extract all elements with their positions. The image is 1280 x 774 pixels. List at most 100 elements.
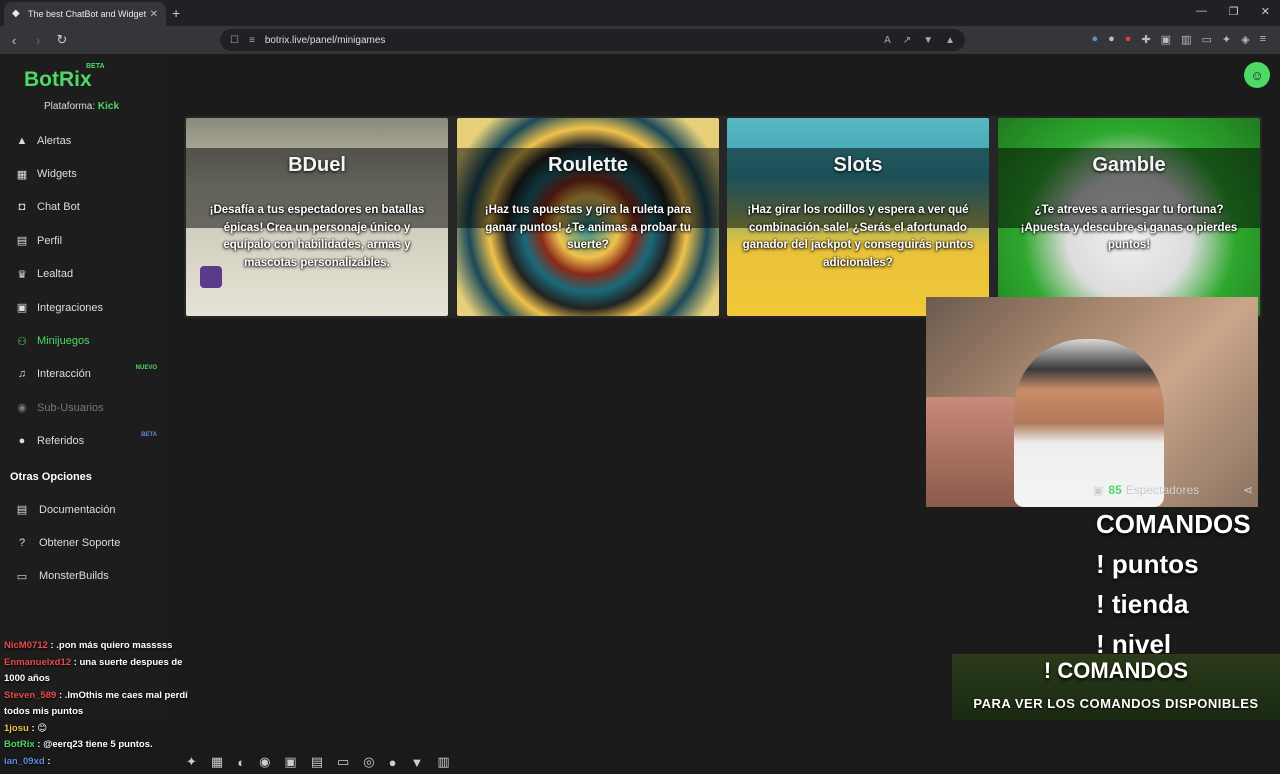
book-icon: ▤ <box>16 504 28 517</box>
calculator-icon[interactable]: ▥ <box>437 754 449 770</box>
sidebar-item-interaccion[interactable]: ♫ Interacción NUEVO <box>0 358 167 391</box>
sidebar-item-minijuegos[interactable]: ⚇ Minijuegos <box>0 324 167 357</box>
game-card-bduel[interactable]: BDuel ¡Desafía a tus espectadores en bat… <box>186 118 448 316</box>
folder-icon[interactable]: ▭ <box>337 754 349 770</box>
chat-text: : 😊 <box>31 722 48 734</box>
sidebar-item-label: Referidos <box>37 435 85 448</box>
bookmark-icon[interactable]: ☐ <box>230 35 239 46</box>
extension-icon[interactable]: ● <box>1108 33 1115 46</box>
chat-message: NicM0712 : .pon más quiero masssss <box>0 638 190 655</box>
copilot-icon[interactable]: ◐ <box>237 755 245 770</box>
game-card-slots[interactable]: Slots ¡Haz girar los rodillos y espera a… <box>727 118 989 316</box>
sidebar-item-label: Sub-Usuarios <box>37 401 104 414</box>
task-view-icon[interactable]: ▦ <box>211 754 223 770</box>
sidebar-item-label: Documentación <box>39 503 116 516</box>
sidebar-item-lealtad[interactable]: ♛ Lealtad <box>0 258 167 291</box>
sidebar-item-documentacion[interactable]: ▤ Documentación <box>0 493 167 526</box>
restore-button[interactable]: ❐ <box>1229 5 1239 18</box>
minimize-button[interactable]: — <box>1196 5 1207 18</box>
sidebar-item-label: Perfil <box>37 234 63 247</box>
other-options-menu: ▤ Documentación ? Obtener Soporte ▭ Mons… <box>0 493 167 593</box>
plug-icon: ▣ <box>16 302 28 315</box>
sidebar-item-soporte[interactable]: ? Obtener Soporte <box>0 526 167 559</box>
sidebar-item-integraciones[interactable]: ▣ Integraciones <box>0 291 167 324</box>
sidebar-toggle-icon[interactable]: ▥ <box>1181 33 1191 46</box>
taskbar-icons: ✦ ▦ ◐ ◉ ▣ ▤ ▭ ◎ ● ▼ ▥ <box>170 750 550 774</box>
store-icon[interactable]: ▣ <box>284 754 296 770</box>
vpn-icon[interactable]: ◈ <box>1241 33 1249 46</box>
sidebar-item-label: Obtener Soporte <box>39 537 121 550</box>
translate-icon[interactable]: A <box>884 35 891 46</box>
extension-icon[interactable]: ● <box>1125 33 1132 46</box>
leo-icon[interactable]: ✦ <box>1222 33 1231 46</box>
card-title: Gamble <box>1092 154 1166 176</box>
sidebar-item-referidos[interactable]: ● Referidos BETA <box>0 425 167 458</box>
game-card-roulette[interactable]: Roulette ¡Haz tus apuestas y gira la rul… <box>457 118 719 316</box>
minigames-grid: BDuel ¡Desafía a tus espectadores en bat… <box>184 116 1262 318</box>
user-avatar[interactable]: ☺ <box>1244 62 1270 88</box>
menu-icon[interactable]: ≡ <box>1260 33 1266 46</box>
browser-tab[interactable]: ◆ The best ChatBot and Widgets f... ✕ <box>4 2 166 26</box>
command-item: ! puntos <box>1096 549 1199 579</box>
puzzle-icon[interactable]: ✚ <box>1141 33 1150 46</box>
back-icon[interactable]: ‹ <box>4 33 24 48</box>
reload-icon[interactable]: ↻ <box>52 32 72 48</box>
address-bar[interactable]: ☐ ≡ botrix.live/panel/minigames A ↗ ▼ ▲ <box>220 29 965 51</box>
sidebar-item-label: Integraciones <box>37 301 104 314</box>
users-icon: ◉ <box>17 402 27 415</box>
window-controls: — ❐ ✕ <box>1196 5 1270 18</box>
help-icon: ? <box>18 537 26 550</box>
chat-text: : <box>47 755 51 767</box>
sidebar-item-monsterbuilds[interactable]: ▭ MonsterBuilds <box>0 560 167 593</box>
sparkle-icon[interactable]: ✦ <box>186 754 197 770</box>
url-text[interactable]: botrix.live/panel/minigames <box>265 35 884 46</box>
share-icon[interactable]: ↗ <box>903 35 911 46</box>
command-item: ! tienda <box>1096 589 1189 619</box>
referral-icon: ● <box>18 435 26 448</box>
commands-title: COMANDOS <box>1096 509 1251 539</box>
commands-overlay: COMANDOS ! puntos ! tienda ! nivel <box>1096 504 1280 664</box>
trophy-icon: ♛ <box>17 268 27 281</box>
beta-badge: BETA <box>86 63 105 70</box>
chat-username: 1josu <box>4 722 29 734</box>
forward-icon[interactable]: › <box>28 33 48 48</box>
chat-message: ian_09xd : <box>0 754 190 771</box>
viewers-icon: ▣ <box>1093 484 1104 497</box>
edge-icon[interactable]: ◉ <box>259 754 270 770</box>
chat-username: BotRix <box>4 739 35 750</box>
brave-icon[interactable]: ▼ <box>411 755 424 770</box>
sidebar-item-perfil[interactable]: ▤ Perfil <box>0 224 167 257</box>
sidebar-item-widgets[interactable]: ▦ Widgets <box>0 157 167 190</box>
outlook-icon[interactable]: ▤ <box>311 754 323 770</box>
game-card-gamble[interactable]: Gamble ¿Te atreves a arriesgar tu fortun… <box>998 118 1260 316</box>
brave-shield-icon[interactable]: ▼ <box>923 35 933 46</box>
botrix-logo[interactable]: BotRix <box>24 68 92 92</box>
sidebar-item-label: Interacción <box>37 368 91 381</box>
rewards-icon[interactable]: ▲ <box>945 35 955 46</box>
new-tab-button[interactable]: + <box>172 5 180 21</box>
sidebar-item-chat-bot[interactable]: ◘ Chat Bot <box>0 191 167 224</box>
media-icon[interactable]: ▣ <box>1161 33 1171 46</box>
webcam-overlay <box>926 297 1258 507</box>
sidebar-item-alertas[interactable]: ▲ Alertas <box>0 124 167 157</box>
share-icon: ⋖ <box>1242 483 1253 497</box>
extension-icon[interactable]: ● <box>1091 33 1098 46</box>
discord-icon[interactable]: ● <box>389 755 397 770</box>
tab-close-icon[interactable]: ✕ <box>150 9 158 20</box>
card-title: Roulette <box>548 154 628 176</box>
chat-message: 1josu : 😊 <box>0 721 190 738</box>
card-title: BDuel <box>288 154 346 176</box>
card-description: ¡Desafía a tus espectadores en batallas … <box>209 204 425 269</box>
viewer-counter: ▣ 85 Espectadores ⋖ <box>1093 480 1253 500</box>
viewer-count: 85 <box>1108 483 1122 497</box>
viewer-label: Espectadores <box>1125 483 1200 497</box>
wallet-icon[interactable]: ▭ <box>1201 33 1211 46</box>
platform-label: Plataforma: <box>44 101 96 112</box>
chat-username: NicM0712 <box>4 640 48 651</box>
close-window-button[interactable]: ✕ <box>1261 5 1270 18</box>
obs-icon[interactable]: ◎ <box>363 754 374 770</box>
robot-icon: ◘ <box>18 201 26 214</box>
site-info-icon[interactable]: ≡ <box>249 35 255 46</box>
chat-message: BotRix : @eerq23 tiene 5 puntos. <box>0 737 190 754</box>
sidebar-item-sub-usuarios[interactable]: ◉ Sub-Usuarios <box>0 391 167 424</box>
